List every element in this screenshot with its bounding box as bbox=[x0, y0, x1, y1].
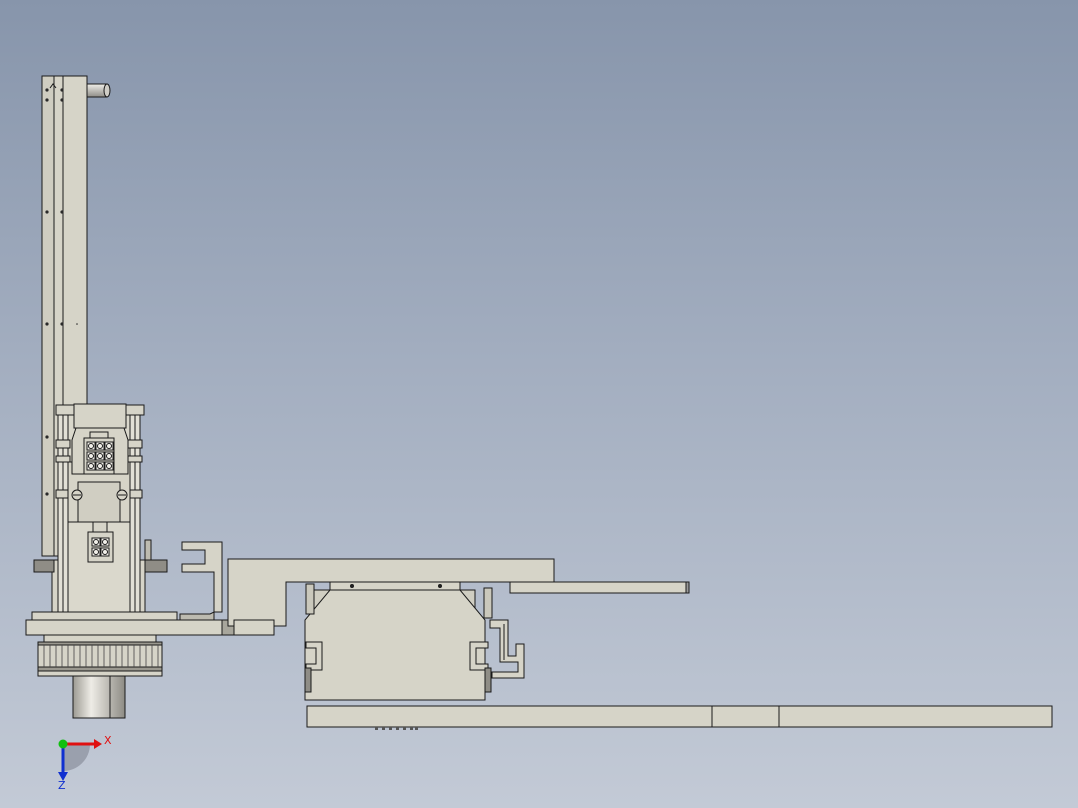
triad-plane-shading bbox=[63, 744, 90, 771]
connector-6-pin[interactable] bbox=[71, 427, 129, 475]
orientation-triad[interactable]: X Z bbox=[58, 734, 112, 792]
x-axis-arrowhead bbox=[94, 739, 102, 749]
cad-viewport[interactable]: X Z bbox=[0, 0, 1078, 808]
mechanical-assembly-model[interactable] bbox=[25, 75, 1053, 730]
output-shaft[interactable] bbox=[72, 675, 126, 719]
pulley-bearing[interactable] bbox=[37, 634, 163, 677]
gripper-body[interactable] bbox=[304, 581, 493, 701]
base-rail[interactable] bbox=[306, 705, 1053, 730]
x-axis-label: X bbox=[104, 734, 112, 747]
y-axis-dot bbox=[58, 739, 68, 749]
hook-bracket[interactable] bbox=[179, 541, 223, 621]
sensor-bracket[interactable] bbox=[489, 619, 525, 679]
z-axis-label: Z bbox=[58, 779, 66, 792]
